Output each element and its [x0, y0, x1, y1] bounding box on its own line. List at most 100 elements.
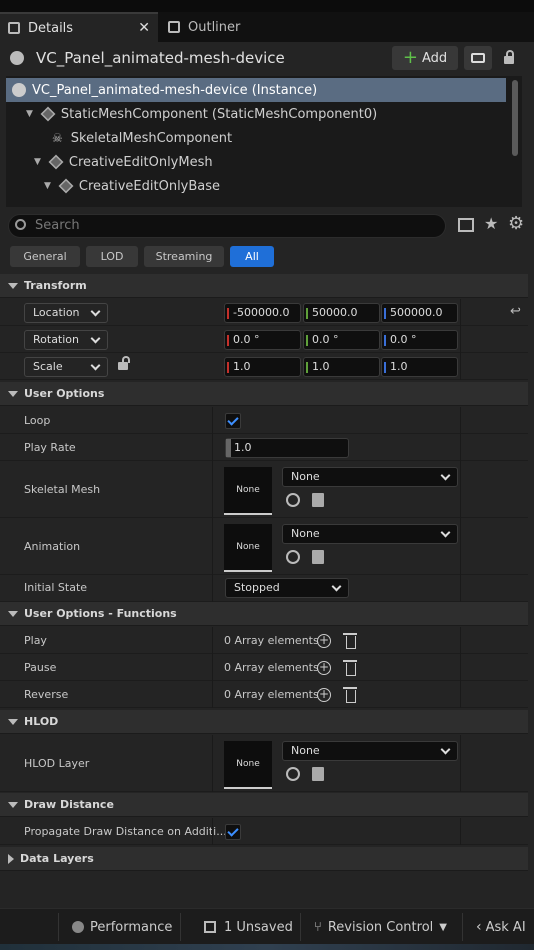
rotation-dropdown[interactable]: Rotation: [24, 330, 108, 350]
table-view-icon[interactable]: [458, 218, 474, 232]
play-array-count: 0 Array elements: [224, 634, 319, 647]
location-x-value: -500000.0: [233, 306, 290, 319]
hlod-layer-row: HLOD Layer None None: [0, 735, 528, 792]
section-user-options[interactable]: User Options: [0, 382, 528, 406]
play-rate-field[interactable]: 1.0: [225, 438, 349, 458]
chevron-down-icon: [8, 718, 18, 725]
tree-item-editonlybase[interactable]: ▼ CreativeEditOnlyBase: [6, 174, 506, 198]
star-icon[interactable]: ★: [484, 214, 498, 233]
tab-outliner[interactable]: Outliner: [160, 12, 280, 42]
propagate-draw-distance-checkbox[interactable]: [225, 824, 241, 840]
rotation-z-field[interactable]: 0.0 °: [381, 330, 458, 350]
performance-button[interactable]: Performance: [72, 909, 172, 945]
tree-item-skeletalmesh[interactable]: ☠ SkeletalMeshComponent: [6, 126, 506, 150]
section-draw-distance[interactable]: Draw Distance: [0, 793, 528, 817]
tree-item-editonlymesh[interactable]: ▼ CreativeEditOnlyMesh: [6, 150, 506, 174]
trash-icon[interactable]: [343, 633, 357, 649]
lock-icon[interactable]: [502, 50, 516, 64]
tab-details[interactable]: Details ✕: [0, 12, 158, 42]
tree-item-label: CreativeEditOnlyMesh: [68, 154, 213, 170]
location-dropdown[interactable]: Location: [24, 303, 108, 323]
filter-lod[interactable]: LOD: [86, 246, 138, 267]
revision-control-button[interactable]: ⑂ Revision Control ▼: [314, 909, 447, 945]
reset-icon[interactable]: ↩: [510, 304, 521, 319]
filter-all[interactable]: All: [230, 246, 274, 267]
add-element-icon[interactable]: +: [317, 688, 331, 702]
scale-x-value: 1.0: [233, 360, 251, 373]
tree-item-label: VC_Panel_animated-mesh-device (Instance): [32, 82, 318, 98]
rotation-y-field[interactable]: 0.0 °: [303, 330, 380, 350]
chevron-down-icon: [8, 390, 18, 397]
blueprint-button[interactable]: [464, 46, 492, 70]
skeletal-mesh-thumbnail[interactable]: None: [224, 467, 272, 515]
cube-icon: [48, 154, 64, 170]
unlock-icon[interactable]: [118, 362, 128, 370]
browse-icon[interactable]: [312, 767, 324, 781]
browse-icon[interactable]: [312, 493, 324, 507]
tree-item-label: CreativeEditOnlyBase: [78, 178, 221, 194]
tree-scrollbar[interactable]: [512, 80, 518, 156]
outliner-icon: [168, 21, 180, 33]
search-input[interactable]: Search: [8, 214, 446, 238]
location-y-field[interactable]: 50000.0: [303, 303, 380, 323]
use-selected-icon[interactable]: [286, 493, 300, 507]
close-icon[interactable]: ✕: [138, 20, 150, 36]
add-element-icon[interactable]: +: [317, 661, 331, 675]
use-selected-icon[interactable]: [286, 550, 300, 564]
loop-label: Loop: [24, 414, 51, 427]
filter-general[interactable]: General: [10, 246, 80, 267]
propagate-draw-distance-label: Propagate Draw Distance on Additi...: [24, 825, 227, 838]
scale-x-field[interactable]: 1.0: [224, 357, 301, 377]
hlod-layer-dropdown[interactable]: None: [282, 741, 458, 761]
gear-icon[interactable]: ⚙: [508, 213, 524, 234]
chevron-down-icon: ▼: [26, 109, 33, 119]
section-data-layers[interactable]: Data Layers: [0, 847, 528, 871]
tree-item-root[interactable]: VC_Panel_animated-mesh-device (Instance): [6, 78, 506, 102]
animation-thumbnail[interactable]: None: [224, 524, 272, 572]
cube-icon: [58, 178, 74, 194]
branch-icon: ⑂: [314, 919, 322, 935]
location-x-field[interactable]: -500000.0: [224, 303, 301, 323]
add-button-label: Add: [421, 50, 448, 66]
section-hlod[interactable]: HLOD: [0, 710, 528, 734]
plus-icon: +: [402, 47, 418, 68]
tree-item-staticmesh[interactable]: ▼ StaticMeshComponent (StaticMeshCompone…: [6, 102, 506, 126]
scale-label: Scale: [33, 360, 63, 373]
propagate-draw-distance-row: Propagate Draw Distance on Additi...: [0, 818, 528, 845]
scale-dropdown[interactable]: Scale: [24, 357, 108, 377]
pause-row: Pause 0 Array elements +: [0, 654, 528, 681]
location-y-value: 50000.0: [312, 306, 358, 319]
add-element-icon[interactable]: +: [317, 634, 331, 648]
unsaved-button[interactable]: 1 Unsaved: [204, 909, 293, 945]
section-user-options-functions[interactable]: User Options - Functions: [0, 602, 528, 626]
ask-ai-button[interactable]: ‹ Ask AI: [476, 909, 526, 945]
loop-checkbox[interactable]: [225, 413, 241, 429]
rotation-x-field[interactable]: 0.0 °: [224, 330, 301, 350]
scale-z-field[interactable]: 1.0: [381, 357, 458, 377]
filter-streaming[interactable]: Streaming: [144, 246, 224, 267]
hlod-layer-label: HLOD Layer: [24, 757, 90, 770]
scale-y-field[interactable]: 1.0: [303, 357, 380, 377]
actor-title: VC_Panel_animated-mesh-device: [36, 49, 285, 67]
chevron-down-icon: [90, 306, 101, 317]
chevron-down-icon: [90, 333, 101, 344]
section-title: Draw Distance: [24, 798, 114, 811]
location-z-field[interactable]: 500000.0: [381, 303, 458, 323]
hierarchy-icon: [471, 53, 485, 63]
trash-icon[interactable]: [343, 660, 357, 676]
add-button[interactable]: + Add: [392, 46, 458, 70]
section-transform[interactable]: Transform: [0, 274, 528, 298]
browse-icon[interactable]: [312, 550, 324, 564]
animation-dropdown[interactable]: None: [282, 524, 458, 544]
skeletal-mesh-dropdown[interactable]: None: [282, 467, 458, 487]
revision-control-label: Revision Control: [327, 919, 434, 935]
section-title: User Options: [24, 387, 105, 400]
animation-label: Animation: [24, 540, 81, 553]
reverse-array-count: 0 Array elements: [224, 688, 319, 701]
hlod-layer-thumbnail[interactable]: None: [224, 741, 272, 789]
trash-icon[interactable]: [343, 687, 357, 703]
initial-state-value: Stopped: [234, 581, 280, 594]
initial-state-dropdown[interactable]: Stopped: [225, 578, 349, 598]
use-selected-icon[interactable]: [286, 767, 300, 781]
chevron-down-icon: [8, 282, 18, 289]
